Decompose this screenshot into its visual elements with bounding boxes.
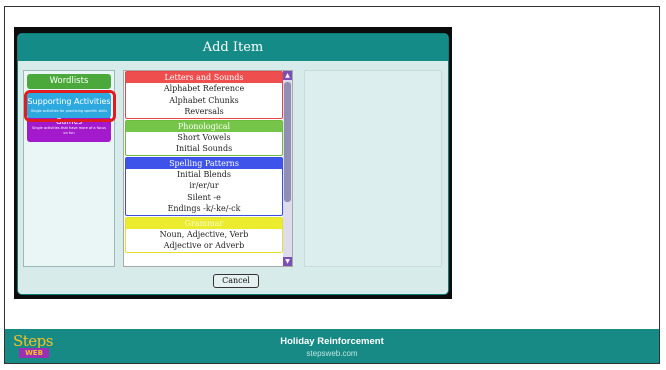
footer-url: stepsweb.com bbox=[306, 349, 358, 358]
wordlists-button[interactable]: Wordlists bbox=[27, 74, 111, 89]
list-item[interactable]: Short Vowels bbox=[126, 132, 282, 144]
list-item[interactable]: Alphabet Chunks bbox=[126, 95, 282, 107]
list-item[interactable]: ir/er/ur bbox=[126, 180, 282, 192]
group-letters-and-sounds: Letters and Sounds Alphabet Reference Al… bbox=[125, 71, 283, 119]
group-header: Phonological bbox=[126, 120, 282, 132]
footer-bar: Steps WEB Holiday Reinforcement stepsweb… bbox=[5, 329, 659, 363]
cancel-button[interactable]: Cancel bbox=[213, 274, 259, 288]
scroll-thumb[interactable] bbox=[284, 82, 291, 202]
activity-list[interactable]: Letters and Sounds Alphabet Reference Al… bbox=[123, 70, 293, 267]
list-item[interactable]: Initial Sounds bbox=[126, 143, 282, 155]
detail-panel bbox=[304, 70, 442, 267]
footer-title: Holiday Reinforcement bbox=[280, 336, 384, 347]
group-header: Spelling Patterns bbox=[126, 157, 282, 169]
group-grammar: Grammar Noun, Adjective, Verb Adjective … bbox=[125, 216, 283, 253]
list-item[interactable]: Reversals bbox=[126, 106, 282, 118]
list-item[interactable]: Endings -k/-ke/-ck bbox=[126, 203, 282, 215]
add-item-dialog: Add Item Wordlists Games Single activiti… bbox=[17, 33, 449, 295]
scroll-down-icon[interactable]: ▼ bbox=[283, 257, 292, 266]
games-description: Single activities that have more of a fo… bbox=[32, 126, 106, 135]
selection-highlight bbox=[24, 90, 116, 122]
list-item[interactable]: Initial Blends bbox=[126, 169, 282, 181]
group-phonological: Phonological Short Vowels Initial Sounds bbox=[125, 119, 283, 156]
group-spelling-patterns: Spelling Patterns Initial Blends ir/er/u… bbox=[125, 156, 283, 216]
dialog-body: Wordlists Games Single activities that h… bbox=[18, 61, 448, 294]
group-header: Grammar bbox=[126, 217, 282, 229]
group-header: Letters and Sounds bbox=[126, 72, 282, 83]
list-scrollbar[interactable]: ▲ ▼ bbox=[283, 71, 292, 266]
dialog-title: Add Item bbox=[18, 34, 448, 61]
category-panel: Wordlists Games Single activities that h… bbox=[23, 70, 116, 267]
scroll-up-icon[interactable]: ▲ bbox=[283, 71, 292, 80]
list-item[interactable]: Alphabet Reference bbox=[126, 83, 282, 95]
list-item[interactable]: Adjective or Adverb bbox=[126, 240, 282, 252]
list-item[interactable]: Noun, Adjective, Verb bbox=[126, 229, 282, 241]
screenshot: Add Item Wordlists Games Single activiti… bbox=[14, 27, 452, 299]
list-item[interactable]: Silent -e bbox=[126, 192, 282, 204]
